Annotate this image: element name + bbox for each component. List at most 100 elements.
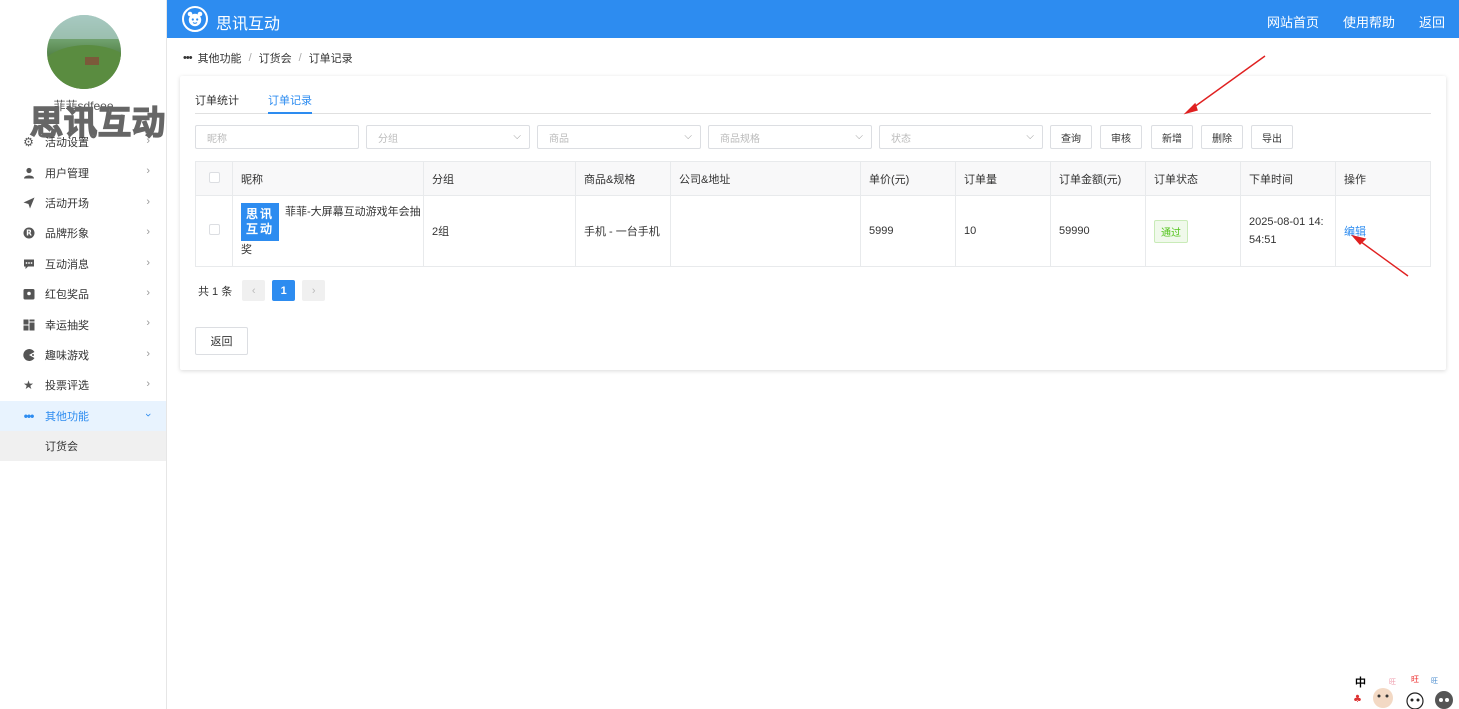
svg-text:R: R <box>26 229 32 238</box>
column-header: 下单时间 <box>1240 161 1336 196</box>
sidebar-item-lucky-draw[interactable]: 幸运抽奖 › <box>0 309 166 339</box>
product-cell: 手机 - 一台手机 <box>575 195 671 267</box>
top-header: 思讯互动 网站首页 使用帮助 返回 <box>167 0 1459 38</box>
company-cell <box>670 195 861 267</box>
header-nav: 网站首页 使用帮助 返回 <box>1267 12 1445 31</box>
mascot-decoration-icon: 中 ♣ 旺 旺 旺 <box>1353 675 1453 709</box>
svg-text:旺: 旺 <box>1389 678 1396 686</box>
lottery-icon <box>22 318 35 331</box>
sidebar-item-interactive-messages[interactable]: 互动消息 › <box>0 249 166 279</box>
sidebar-item-label: 活动开场 <box>45 197 89 210</box>
row-checkbox[interactable] <box>208 224 220 235</box>
sidebar-item-label: 其他功能 <box>45 410 89 423</box>
sidebar-item-label: 趣味游戏 <box>45 349 89 362</box>
status-select[interactable]: 状态 ⌵ <box>879 125 1043 149</box>
chevron-right-icon: › <box>146 286 150 299</box>
chevron-right-icon: › <box>146 317 150 330</box>
column-header: 订单状态 <box>1145 161 1241 196</box>
action-cell: 编辑 <box>1335 195 1431 267</box>
edit-link[interactable]: 编辑 <box>1344 226 1366 238</box>
next-page-button[interactable]: › <box>302 280 326 301</box>
sidebar-item-user-management[interactable]: 用户管理 › <box>0 157 166 187</box>
message-icon <box>22 257 35 270</box>
send-icon <box>22 196 35 209</box>
breadcrumb-item[interactable]: 其他功能 <box>198 50 242 66</box>
sidebar-item-brand-image[interactable]: R 品牌形象 › <box>0 218 166 248</box>
quantity-cell: 10 <box>955 195 1051 267</box>
column-header: 订单金额(元) <box>1050 161 1146 196</box>
delete-button[interactable]: 删除 <box>1201 125 1243 149</box>
nav-home-link[interactable]: 网站首页 <box>1267 12 1319 31</box>
nav-back-link[interactable]: 返回 <box>1419 12 1445 31</box>
brand-logo-icon[interactable] <box>182 6 208 32</box>
svg-text:♣: ♣ <box>1353 694 1362 705</box>
svg-text:旺: 旺 <box>1431 677 1438 685</box>
query-button[interactable]: 查询 <box>1050 125 1092 149</box>
sidebar-item-voting[interactable]: ★ 投票评选 › <box>0 370 166 400</box>
page-number-button[interactable]: 1 <box>272 280 296 301</box>
tab-bar: 订单统计 订单记录 <box>195 90 1431 114</box>
back-button[interactable]: 返回 <box>195 327 248 355</box>
brand-name[interactable]: 思讯互动 <box>216 10 280 34</box>
select-all-checkbox-cell[interactable] <box>195 161 233 196</box>
chevron-right-icon: › <box>146 347 150 360</box>
sidebar: 菲菲sdfeee 思讯互动 ⚙ 活动设置 › 用户管理 › 活动开场 › R 品… <box>0 0 167 709</box>
column-header: 单价(元) <box>860 161 956 196</box>
column-header: 商品&规格 <box>575 161 671 196</box>
column-header: 分组 <box>423 161 576 196</box>
column-header: 昵称 <box>232 161 424 196</box>
chevron-right-icon: › <box>146 135 150 147</box>
table-header-row: 昵称 分组 商品&规格 公司&地址 单价(元) 订单量 订单金额(元) 订单状态… <box>195 161 1431 196</box>
sidebar-item-label: 品牌形象 <box>45 228 89 241</box>
column-header: 公司&地址 <box>670 161 861 196</box>
orders-table: 昵称 分组 商品&规格 公司&地址 单价(元) 订单量 订单金额(元) 订单状态… <box>195 161 1431 267</box>
nav-help-link[interactable]: 使用帮助 <box>1343 12 1395 31</box>
avatar[interactable] <box>47 15 121 89</box>
breadcrumb: ••• 其他功能 / 订货会 / 订单记录 <box>183 50 353 66</box>
gift-icon <box>22 288 35 301</box>
tab-order-statistics[interactable]: 订单统计 <box>195 92 239 114</box>
sidebar-item-red-packets[interactable]: 红包奖品 › <box>0 279 166 309</box>
chevron-right-icon: › <box>146 256 150 269</box>
group-cell: 2组 <box>423 195 576 267</box>
product-select[interactable]: 商品 ⌵ <box>537 125 701 149</box>
main-card: 订单统计 订单记录 昵称 分组 ⌵ 商品 ⌵ 商品规格 ⌵ 状态 ⌵ 查询 审核… <box>180 76 1446 370</box>
sidebar-item-activity-opening[interactable]: 活动开场 › <box>0 188 166 218</box>
sidebar-item-label: 活动设置 <box>45 137 89 150</box>
sidebar-item-label: 投票评选 <box>45 380 89 393</box>
svg-text:旺: 旺 <box>1411 675 1419 684</box>
review-button[interactable]: 审核 <box>1100 125 1142 149</box>
add-button[interactable]: 新增 <box>1151 125 1193 149</box>
nickname-cell: 思讯互动菲菲-大屏幕互动游戏年会抽奖 <box>232 195 424 267</box>
total-count: 共 1 条 <box>198 285 233 298</box>
sidebar-subitem-order-fair[interactable]: 订货会 <box>0 430 166 461</box>
user-icon <box>22 166 35 179</box>
price-cell: 5999 <box>860 195 956 267</box>
user-logo: 思讯互动 <box>241 203 279 241</box>
select-all-checkbox[interactable] <box>208 171 220 183</box>
game-icon <box>22 348 35 361</box>
spec-select[interactable]: 商品规格 ⌵ <box>708 125 872 149</box>
tab-order-records[interactable]: 订单记录 <box>268 92 312 114</box>
registered-icon: R <box>22 227 35 240</box>
sidebar-item-label: 红包奖品 <box>45 289 89 302</box>
group-select[interactable]: 分组 ⌵ <box>366 125 530 149</box>
sidebar-menu: ⚙ 活动设置 › 用户管理 › 活动开场 › R 品牌形象 › 互动消息 › 红… <box>0 127 166 461</box>
row-checkbox-cell[interactable] <box>195 195 233 267</box>
more-icon: ••• <box>23 408 35 423</box>
sidebar-item-activity-settings[interactable]: ⚙ 活动设置 › <box>0 127 166 157</box>
column-header: 订单量 <box>955 161 1051 196</box>
sidebar-item-label: 用户管理 <box>45 167 89 180</box>
sidebar-item-other-functions[interactable]: ••• 其他功能 › <box>0 400 166 431</box>
chevron-down-icon: ⌵ <box>513 131 521 142</box>
star-icon: ★ <box>23 378 34 393</box>
status-cell: 通过 <box>1145 195 1241 267</box>
sidebar-item-fun-games[interactable]: 趣味游戏 › <box>0 340 166 370</box>
chevron-down-icon: › <box>142 412 155 417</box>
export-button[interactable]: 导出 <box>1251 125 1293 149</box>
breadcrumb-item[interactable]: 订货会 <box>259 50 292 66</box>
nickname-input[interactable]: 昵称 <box>195 125 359 149</box>
prev-page-button[interactable]: ‹ <box>242 280 266 301</box>
sidebar-item-label: 互动消息 <box>45 258 89 271</box>
amount-cell: 59990 <box>1050 195 1146 267</box>
